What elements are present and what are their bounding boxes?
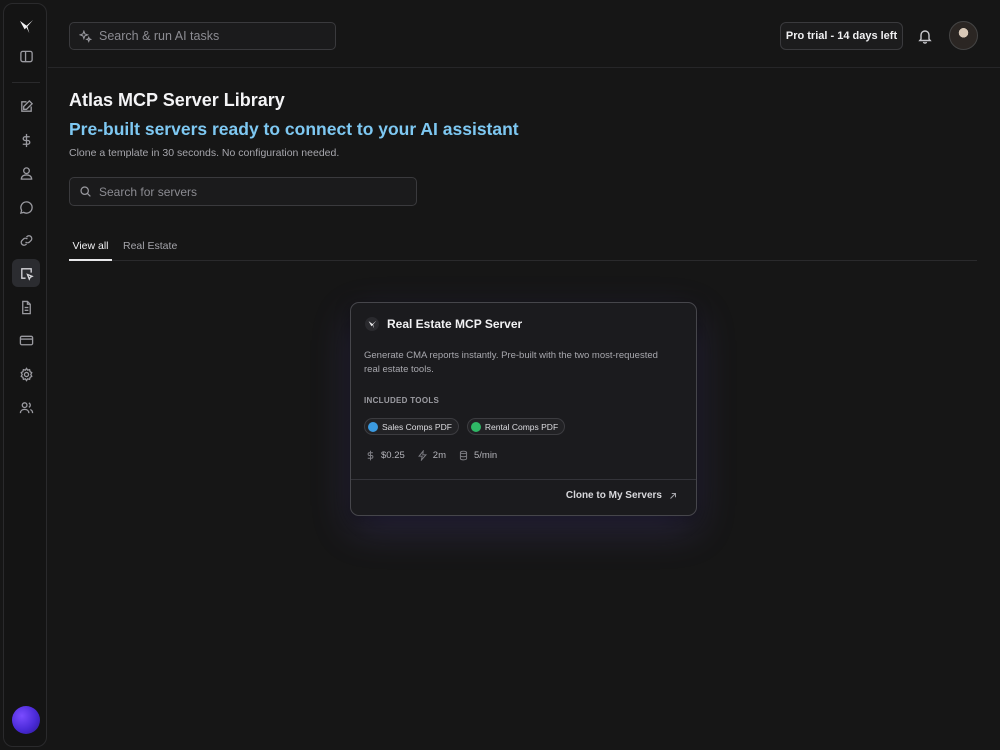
- sidebar-item-mcp-servers[interactable]: [12, 259, 40, 287]
- users-icon: [19, 401, 33, 413]
- document-icon: [21, 300, 31, 314]
- sidebar-item-edit[interactable]: [14, 94, 38, 118]
- panel-toggle-icon: [19, 50, 33, 62]
- bell-icon[interactable]: [917, 28, 933, 44]
- stat-rate-value: 5/min: [473, 450, 498, 461]
- chat-icon: [19, 200, 33, 214]
- sidebar-item-links[interactable]: [14, 228, 38, 252]
- pro-trial-button[interactable]: Pro trial - 14 days left: [780, 22, 903, 50]
- lightning-icon: [417, 450, 427, 461]
- topbar: Pro trial - 14 days left: [48, 0, 1000, 68]
- stat-price-value: $0.25: [381, 450, 405, 461]
- clone-button-label: Clone to My Servers: [565, 490, 662, 501]
- page-title: Atlas MCP Server Library: [69, 90, 285, 110]
- dollar-icon: [22, 133, 30, 147]
- logo-icon: [368, 320, 376, 328]
- dollar-icon: [367, 450, 374, 461]
- main-content: Atlas MCP Server Library Pre-built serve…: [69, 88, 977, 261]
- workspace-avatar[interactable]: [12, 706, 40, 734]
- sparkle-icon: [79, 29, 92, 43]
- card-header: Real Estate MCP Server: [365, 317, 522, 331]
- page-description: Clone a template in 30 seconds. No confi…: [69, 147, 340, 159]
- sidebar-item-chat[interactable]: [14, 195, 38, 219]
- server-search[interactable]: [69, 177, 417, 206]
- tool-chip-sales-comps[interactable]: Sales Comps PDF: [364, 418, 459, 435]
- cursor-box-icon: [20, 267, 34, 281]
- link-icon: [20, 234, 32, 246]
- tool-chips: Sales Comps PDF Rental Comps PDF: [364, 418, 566, 435]
- edit-icon: [20, 99, 33, 112]
- sidebar-item-billing[interactable]: [14, 128, 38, 152]
- stat-rate: 5/min: [458, 450, 497, 461]
- tool-chip-label: Rental Comps PDF: [484, 421, 559, 432]
- sidebar-item-settings[interactable]: [14, 362, 38, 386]
- plus-circle-icon: [470, 421, 481, 432]
- globe-icon: [368, 421, 378, 432]
- sidebar-item-profile[interactable]: [14, 161, 38, 185]
- sidebar-item-team[interactable]: [14, 395, 38, 419]
- card-title: Real Estate MCP Server: [387, 317, 523, 331]
- stat-price: $0.25: [365, 450, 405, 461]
- card-description: Generate CMA reports instantly. Pre-buil…: [364, 350, 658, 375]
- category-tabs: View all Real Estate: [69, 234, 977, 261]
- page-subtitle: Pre-built servers ready to connect to yo…: [69, 119, 519, 139]
- search-icon: [80, 186, 91, 197]
- clone-to-my-servers-button[interactable]: Clone to My Servers: [566, 490, 678, 501]
- database-icon: [459, 450, 468, 461]
- server-card[interactable]: Real Estate MCP Server Generate CMA repo…: [350, 302, 697, 516]
- stat-time-value: 2m: [432, 450, 446, 461]
- stat-time: 2m: [417, 450, 446, 461]
- sidebar-item-documents[interactable]: [14, 295, 38, 319]
- user-avatar[interactable]: [949, 21, 978, 50]
- tab-real-estate[interactable]: Real Estate: [123, 234, 177, 261]
- panel-toggle-button[interactable]: [14, 44, 38, 68]
- tab-view-all[interactable]: View all: [69, 234, 112, 261]
- server-logo: [365, 317, 379, 331]
- settings-icon: [19, 366, 33, 382]
- tool-chip-label: Sales Comps PDF: [382, 421, 452, 432]
- sidebar-item-payments[interactable]: [14, 328, 38, 352]
- user-icon: [20, 166, 32, 180]
- tool-chip-rental-comps[interactable]: Rental Comps PDF: [466, 418, 566, 435]
- sidebar: [3, 3, 47, 747]
- included-tools-label: INCLUDED TOOLS: [364, 396, 440, 405]
- ai-task-search[interactable]: [69, 22, 336, 50]
- card-icon: [19, 335, 33, 345]
- arrow-up-right-icon: [670, 492, 676, 499]
- logo-icon: [19, 19, 33, 33]
- app-logo[interactable]: [14, 14, 38, 38]
- app-root: Pro trial - 14 days left Atlas MCP Serve…: [0, 0, 1000, 750]
- server-search-input[interactable]: [99, 184, 399, 199]
- card-divider: [351, 479, 696, 480]
- sidebar-divider: [12, 82, 40, 83]
- card-stats: $0.25 2m 5/min: [365, 450, 497, 461]
- ai-task-search-input[interactable]: [99, 29, 319, 43]
